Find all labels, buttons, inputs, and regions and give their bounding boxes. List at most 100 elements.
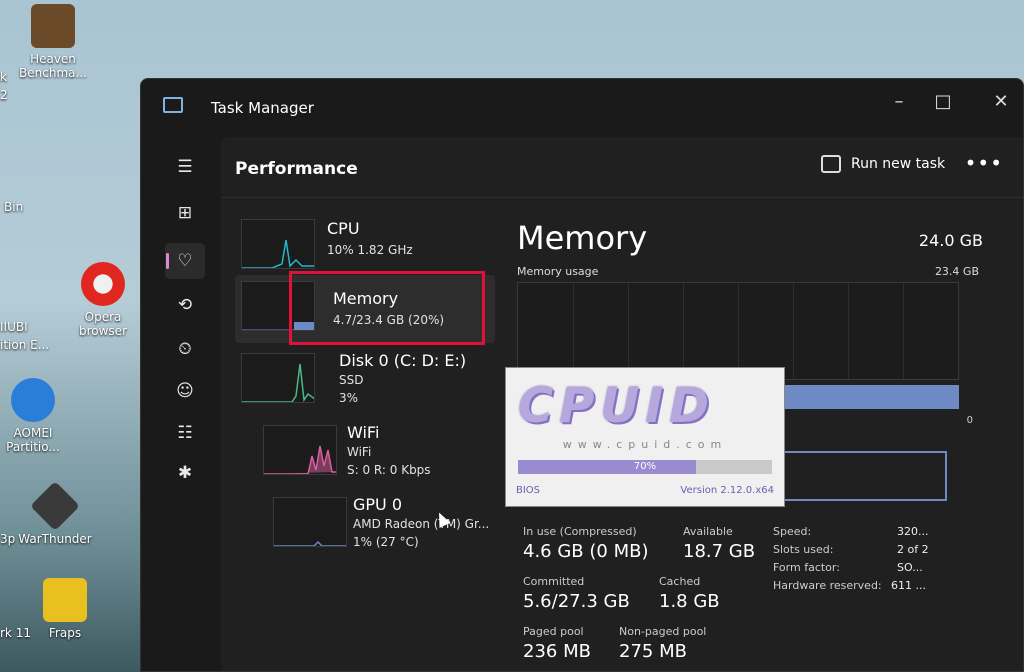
disk-sparkline xyxy=(242,363,314,402)
desktop-icon-fraps[interactable]: Fraps xyxy=(20,578,110,640)
axis-zero-label: 0 xyxy=(966,415,973,426)
wifi-thumbnail-graph xyxy=(263,425,337,475)
cached-label: Cached xyxy=(659,575,701,588)
cached-value: 1.8 GB xyxy=(659,591,720,612)
slots-used-value: 2 of 2 xyxy=(897,543,929,556)
desktop-icon-label: WarThunder xyxy=(18,532,92,546)
performance-content: Performance Run new task ••• CPU 10% 1.8… xyxy=(221,137,1023,671)
memory-usage-label: Memory usage xyxy=(517,265,599,278)
gpu-sparkline xyxy=(274,540,346,546)
desktop-icon-label: Fraps xyxy=(48,626,82,640)
sidebar-item-wifi[interactable]: WiFi WiFi S: 0 R: 0 Kbps xyxy=(235,419,495,487)
window-title: Task Manager xyxy=(211,99,314,117)
heaven-icon xyxy=(31,4,75,48)
maximize-button[interactable]: □ xyxy=(923,87,963,117)
sidebar-item-detail: SSD xyxy=(339,373,364,387)
sidebar-item-disk[interactable]: Disk 0 (C: D: E:) SSD 3% xyxy=(235,347,495,415)
desktop-icon-heaven[interactable]: Heaven Benchma... xyxy=(8,4,98,80)
details-icon[interactable]: ☷ xyxy=(165,415,205,451)
non-paged-pool-label: Non-paged pool xyxy=(619,625,707,638)
partial-desktop-label: k xyxy=(0,70,7,84)
task-manager-app-icon xyxy=(163,97,183,113)
partial-desktop-label: rk 11 xyxy=(0,626,31,640)
users-icon[interactable]: ☺ xyxy=(165,373,205,409)
opera-icon xyxy=(81,262,125,306)
speed-value: 320... xyxy=(897,525,929,538)
sidebar-item-detail: 10% 1.82 GHz xyxy=(327,243,413,257)
memory-total: 24.0 GB xyxy=(918,231,983,250)
desktop-icon-aomei[interactable]: AOMEI Partitio... xyxy=(0,378,78,454)
task-manager-window: Task Manager – □ ✕ ☰ ⊞ ♡ ⟲ ⏲ ☺ ☷ ✱ Perfo… xyxy=(140,78,1024,672)
speed-label: Speed: xyxy=(773,525,812,538)
run-task-icon xyxy=(821,155,841,173)
desktop-icon-label: Opera xyxy=(84,310,122,324)
memory-heading: Memory xyxy=(517,219,648,257)
run-new-task-button[interactable]: Run new task xyxy=(821,155,945,173)
partial-desktop-label: ition E... xyxy=(0,338,50,352)
form-factor-value: SO... xyxy=(897,561,923,574)
partial-desktop-label: Bin xyxy=(4,200,24,214)
partial-desktop-label: 3p xyxy=(0,532,16,546)
paged-pool-value: 236 MB xyxy=(523,641,591,662)
sidebar-item-title: WiFi xyxy=(347,423,380,442)
committed-value: 5.6/27.3 GB xyxy=(523,591,630,612)
sidebar-item-detail: S: 0 R: 0 Kbps xyxy=(347,463,431,477)
performance-icon[interactable]: ♡ xyxy=(165,243,205,279)
in-use-value: 4.6 GB (0 MB) xyxy=(523,541,649,562)
available-value: 18.7 GB xyxy=(683,541,756,562)
partial-desktop-label: 2 xyxy=(0,88,8,102)
close-button[interactable]: ✕ xyxy=(981,87,1021,117)
desktop-icon-label: browser xyxy=(78,324,127,338)
partial-desktop-label: IIUBI xyxy=(0,320,28,334)
hamburger-icon[interactable]: ☰ xyxy=(165,149,205,185)
form-factor-label: Form factor: xyxy=(773,561,840,574)
app-history-icon[interactable]: ⟲ xyxy=(165,287,205,323)
warthunder-icon xyxy=(30,481,80,531)
desktop-icon-label: Heaven xyxy=(30,52,76,66)
desktop-icon-opera[interactable]: Opera browser xyxy=(58,262,148,338)
processes-icon[interactable]: ⊞ xyxy=(165,195,205,231)
disk-thumbnail-graph xyxy=(241,353,315,403)
page-title: Performance xyxy=(235,159,358,179)
paged-pool-label: Paged pool xyxy=(523,625,584,638)
memory-usage-max: 23.4 GB xyxy=(934,265,979,278)
wifi-sparkline xyxy=(264,445,336,474)
cpuid-logo: CPUID xyxy=(518,378,716,434)
in-use-label: In use (Compressed) xyxy=(523,525,637,538)
minimize-button[interactable]: – xyxy=(879,87,919,117)
fraps-icon xyxy=(43,578,87,622)
services-icon[interactable]: ✱ xyxy=(165,455,205,491)
sidebar-item-gpu[interactable]: GPU 0 AMD Radeon (TM) Gr... 1% (27 °C) xyxy=(235,491,495,559)
available-label: Available xyxy=(683,525,733,538)
cpuid-bios-label: BIOS xyxy=(516,485,541,496)
hardware-reserved-value: 611 ... xyxy=(891,579,926,592)
desktop-icon-label: Benchma... xyxy=(19,66,87,80)
cpuid-url: www.cpuid.com xyxy=(562,438,728,451)
sidebar-item-detail: 1% (27 °C) xyxy=(353,535,419,549)
cpu-thumbnail-graph xyxy=(241,219,315,269)
desktop-icon-warthunder[interactable]: WarThunder xyxy=(10,481,100,546)
aomei-icon xyxy=(11,378,55,422)
cpuid-progress-label: 70% xyxy=(633,461,657,472)
sidebar-item-detail: AMD Radeon (TM) Gr... xyxy=(353,517,490,531)
desktop-icon-label: AOMEI xyxy=(13,426,53,440)
title-bar[interactable]: Task Manager – □ ✕ xyxy=(141,79,1023,137)
cpu-sparkline xyxy=(242,239,314,268)
header-divider xyxy=(221,197,1023,198)
sidebar-item-title: Disk 0 (C: D: E:) xyxy=(339,351,467,370)
run-new-task-label: Run new task xyxy=(851,156,946,172)
memory-usage-graph xyxy=(517,282,959,380)
more-options-button[interactable]: ••• xyxy=(965,151,1003,175)
committed-label: Committed xyxy=(523,575,585,588)
sidebar-item-title: GPU 0 xyxy=(353,495,403,514)
gpu-thumbnail-graph xyxy=(273,497,347,547)
non-paged-pool-value: 275 MB xyxy=(619,641,687,662)
startup-icon[interactable]: ⏲ xyxy=(165,331,205,367)
sidebar-item-detail: 3% xyxy=(339,391,359,405)
sidebar-item-title: CPU xyxy=(327,219,360,238)
hardware-reserved-label: Hardware reserved: xyxy=(773,579,882,592)
memory-highlight-box xyxy=(289,271,485,345)
cpuid-splash: CPUID www.cpuid.com 70% BIOS Version 2.1… xyxy=(505,367,785,507)
slots-used-label: Slots used: xyxy=(773,543,834,556)
cpuid-version: Version 2.12.0.x64 xyxy=(680,485,774,496)
